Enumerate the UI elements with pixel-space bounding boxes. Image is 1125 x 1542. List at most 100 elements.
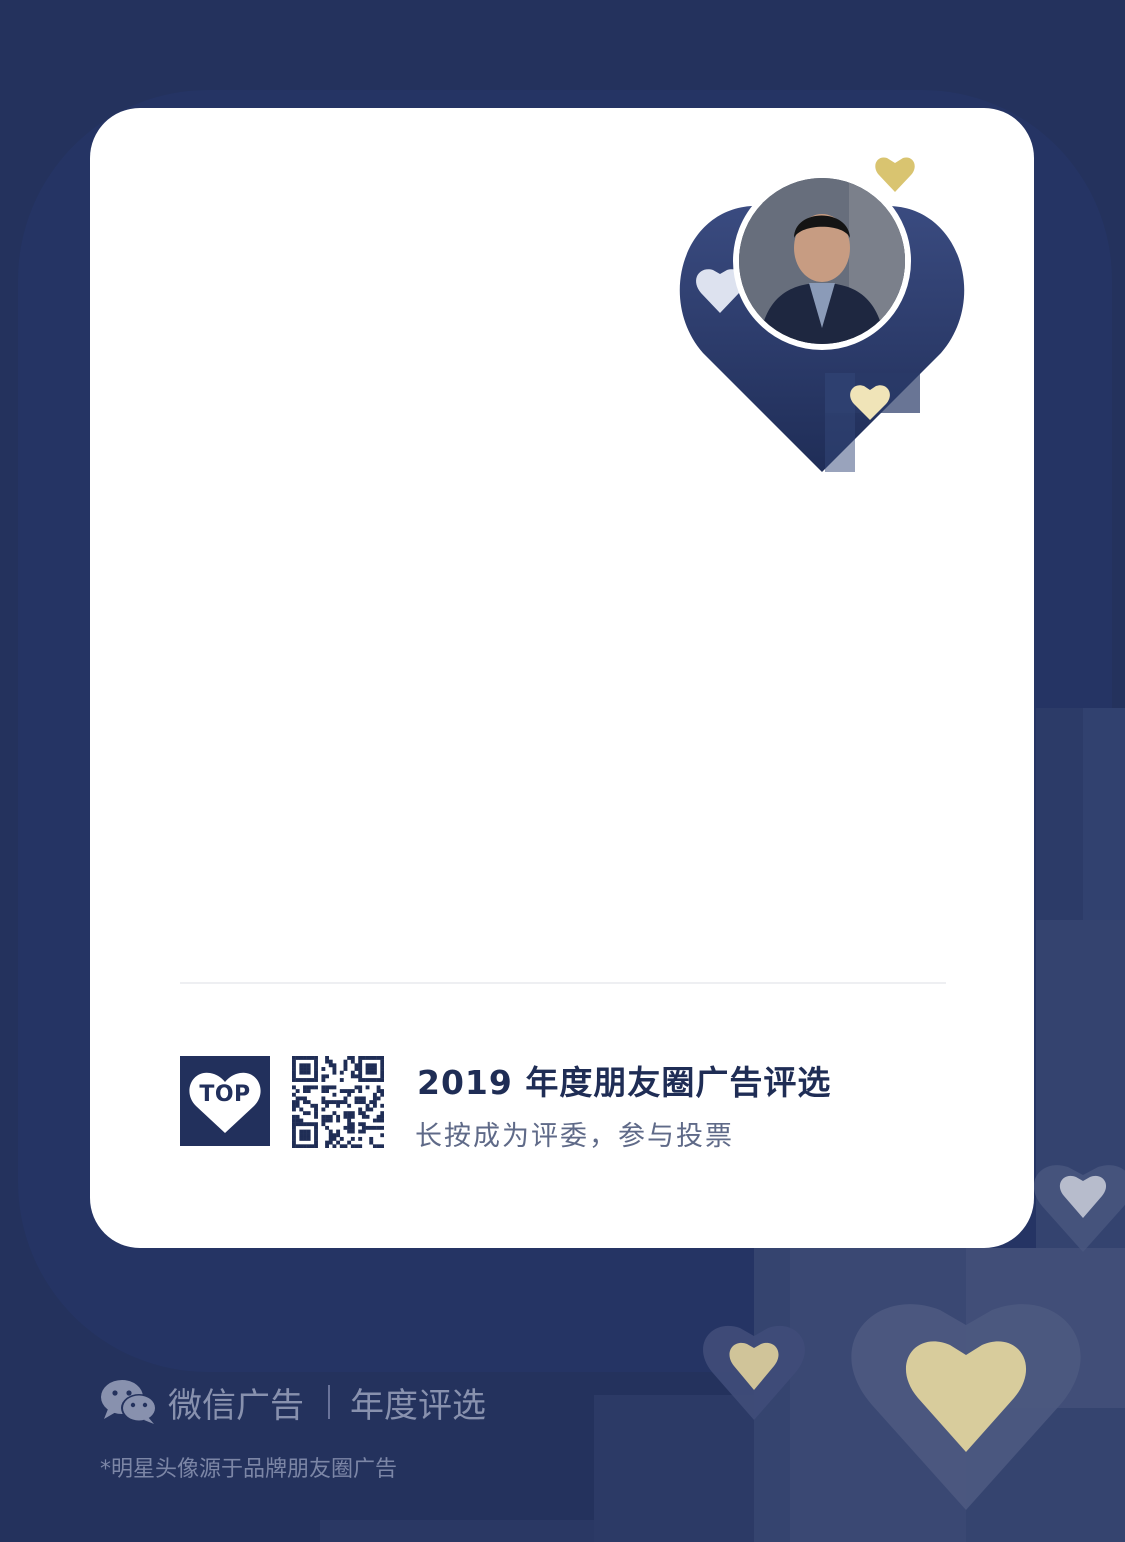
qr-module [292,1144,296,1148]
qr-module [358,1144,363,1148]
qr-module [343,1144,348,1148]
qr-module [365,1085,370,1090]
qr-module [372,1056,377,1060]
right-white-heart-icon [1059,1175,1107,1218]
qr-module [303,1100,307,1105]
qr-module [347,1092,352,1097]
card-divider [180,982,946,984]
qr-module [299,1107,304,1112]
qr-module [295,1114,300,1119]
qr-module [295,1089,300,1093]
qr-module [376,1056,381,1060]
qr-module [321,1067,326,1071]
campaign-title: 2019 年度朋友圈广告评选 [417,1063,832,1102]
qr-module [306,1133,311,1138]
qr-module [325,1059,329,1064]
large-gold-heart-icon [905,1341,1027,1452]
qr-module [325,1114,329,1119]
qr-module [376,1096,381,1101]
qr-module [321,1107,326,1112]
qr-module [372,1063,377,1068]
footer-note: *明星头像源于品牌朋友圈广告 [100,1457,398,1482]
qr-module [314,1107,318,1112]
qr-module [372,1092,377,1097]
qr-module [321,1096,326,1101]
qr-module [339,1100,344,1105]
qr-module [328,1136,333,1141]
qr-module [292,1085,296,1090]
qr-module [295,1103,300,1108]
qr-module [365,1114,370,1119]
qr-module [292,1067,296,1071]
qr-module [372,1125,377,1130]
qr-module [358,1085,363,1090]
qr-module [332,1133,337,1138]
qr-module [365,1103,370,1108]
qr-module [295,1100,300,1105]
qr-module [354,1067,359,1071]
qr-module [314,1056,318,1060]
qr-module [347,1114,352,1119]
qr-module [336,1118,341,1123]
qr-module [365,1107,370,1112]
large-faded-heart-icon [851,1304,1081,1510]
qr-module [314,1122,318,1127]
qr-module [380,1070,384,1075]
invitation-card[interactable]: TOP 2019 年度朋友圈广告评选 长按成为评委，参与投票 [90,108,1034,1248]
qr-module [325,1089,329,1093]
qr-module [295,1144,300,1148]
qr-module [310,1144,315,1148]
qr-module [306,1070,311,1075]
qr-module [292,1092,296,1097]
qr-module [295,1118,300,1123]
qr-module [339,1136,344,1141]
qr-module [343,1125,348,1130]
qr-module [350,1070,355,1075]
qr-module [339,1089,344,1093]
qr-module [332,1144,337,1148]
qr-module [292,1140,296,1145]
qr-module [372,1096,377,1101]
qr-module [295,1122,300,1127]
qr-module [328,1118,333,1123]
gold-heart-icon [875,157,915,192]
qr-module [292,1118,296,1123]
qr-module [292,1078,296,1082]
qr-module [358,1074,363,1079]
qr-module [299,1118,304,1123]
qr-module [343,1096,348,1101]
qr-module [314,1144,318,1148]
qr-module [328,1085,333,1090]
qr-module [358,1056,363,1060]
qr-module [299,1144,304,1148]
qr-module [365,1063,370,1068]
qr-module [328,1129,333,1134]
qr-module [314,1140,318,1145]
qr-module [380,1111,384,1116]
qr-module [332,1136,337,1141]
qr-module [310,1103,315,1108]
qr-module [358,1111,363,1116]
qr-module [347,1140,352,1145]
qr-module [314,1114,318,1119]
qr-module [306,1122,311,1127]
qr-module [292,1129,296,1134]
qr-module [292,1107,296,1112]
qr-module [314,1063,318,1068]
qr-module [350,1125,355,1130]
qr-module [365,1067,370,1071]
qr-module [336,1129,341,1134]
qr-module [372,1118,377,1123]
qr-module [365,1125,370,1130]
qr-code-icon[interactable] [292,1056,384,1148]
qr-module [303,1129,307,1134]
mid-faded-heart-icon [703,1325,805,1420]
qr-module [343,1114,348,1119]
qr-module [347,1111,352,1116]
qr-module [303,1067,307,1071]
qr-module [306,1111,311,1116]
qr-module [380,1133,384,1138]
qr-module [358,1129,363,1134]
qr-module [372,1100,377,1105]
qr-module [380,1063,384,1068]
